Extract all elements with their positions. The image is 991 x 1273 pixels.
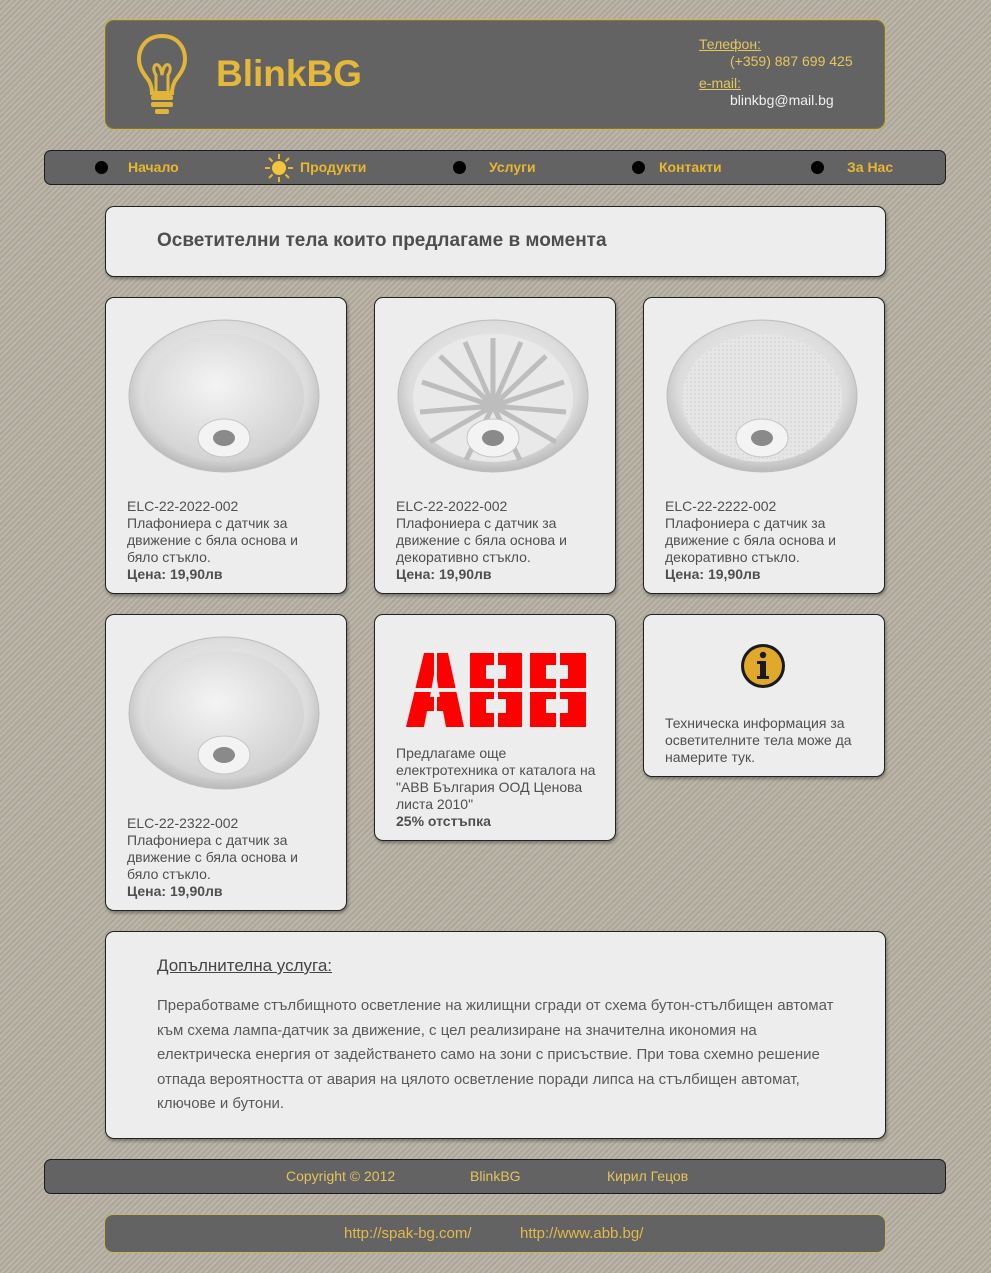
partner-links-bar: http://spak-bg.com/ http://www.abb.bg/ [104, 1214, 886, 1253]
info-icon[interactable] [740, 643, 786, 689]
bullet-dot-icon [453, 161, 466, 174]
email-address[interactable]: blinkbg@mail.bg [699, 92, 853, 109]
ceiling-lamp-image [666, 319, 858, 473]
product-price: Цена: 19,90лв [665, 566, 761, 582]
main-nav: Начало Продукти Услуги Контакти За Нас [44, 150, 946, 185]
product-code: ELC-22-2022-002 [127, 498, 239, 514]
lightbulb-icon [136, 33, 188, 114]
product-card[interactable]: ELC-22-2022-002 Плафониера с датчик за д… [105, 297, 347, 594]
site-header: BlinkBG Телефон: (+359) 887 699 425 e-ma… [104, 19, 886, 130]
product-description: Плафониера с датчик за движение с бяла о… [127, 515, 298, 565]
page-title-panel: Осветителни тела които предлагаме в моме… [105, 206, 886, 277]
sun-icon [265, 154, 293, 182]
product-description: Плафониера с датчик за движение с бяла о… [127, 832, 298, 882]
nav-item-contacts[interactable]: Контакти [659, 151, 722, 184]
link-abb-bg[interactable]: http://www.abb.bg/ [520, 1215, 643, 1252]
product-info: ELC-22-2022-002 Плафониера с датчик за д… [396, 498, 601, 583]
product-description: Плафониера с датчик за движение с бяла о… [665, 515, 836, 565]
page-title: Осветителни тела които предлагаме в моме… [157, 230, 607, 251]
product-price: Цена: 19,90лв [127, 566, 223, 582]
abb-discount: 25% отстъпка [396, 813, 491, 829]
email-label: e-mail: [699, 75, 742, 91]
service-text: Преработваме стълбищното осветление на ж… [157, 997, 834, 1112]
phone-number: (+359) 887 699 425 [730, 53, 853, 69]
bullet-dot-icon [632, 161, 645, 174]
bullet-dot-icon [811, 161, 824, 174]
ceiling-lamp-image [128, 319, 320, 473]
link-spak-bg[interactable]: http://spak-bg.com/ [344, 1215, 472, 1252]
abb-description: Предлагаме още електротехника от каталог… [396, 745, 596, 812]
brand-logo-text: BlinkBG [216, 53, 362, 94]
ceiling-lamp-image [128, 636, 320, 790]
product-card[interactable]: ELC-22-2222-002 Плафониера с датчик за д… [643, 297, 885, 594]
abb-info: Предлагаме още електротехника от каталог… [396, 745, 601, 830]
product-info: ELC-22-2322-002 Плафониера с датчик за д… [127, 815, 332, 900]
product-code: ELC-22-2222-002 [665, 498, 777, 514]
copyright-text: Copyright © 2012 [286, 1168, 396, 1184]
product-info: ELC-22-2222-002 Плафониера с датчик за д… [665, 498, 870, 583]
footer-bar: Copyright © 2012 BlinkBG Кирил Гецов [44, 1159, 946, 1194]
tech-info-card[interactable]: Техническа информация за осветителните т… [643, 614, 885, 777]
product-price: Цена: 19,90лв [396, 566, 492, 582]
ceiling-lamp-image [397, 319, 589, 473]
phone-label: Телефон: [699, 36, 761, 52]
nav-item-about[interactable]: За Нас [847, 151, 893, 184]
footer-brand: BlinkBG [470, 1168, 521, 1184]
product-description: Плафониера с датчик за движение с бяла о… [396, 515, 567, 565]
nav-item-services[interactable]: Услуги [489, 151, 536, 184]
product-code: ELC-22-2022-002 [396, 498, 508, 514]
product-code: ELC-22-2322-002 [127, 815, 239, 831]
contact-block: Телефон: (+359) 887 699 425 e-mail: blin… [699, 36, 853, 109]
service-title: Допълнителна услуга: [157, 956, 332, 975]
service-panel: Допълнителна услуга: Преработваме стълби… [105, 931, 886, 1139]
footer-author: Кирил Гецов [607, 1168, 689, 1184]
abb-card[interactable]: Предлагаме още електротехника от каталог… [374, 614, 616, 841]
product-card[interactable]: ELC-22-2322-002 Плафониера с датчик за д… [105, 614, 347, 911]
tech-info-text: Техническа информация за осветителните т… [665, 715, 852, 765]
abb-logo [406, 653, 586, 727]
product-info: ELC-22-2022-002 Плафониера с датчик за д… [127, 498, 332, 583]
product-price: Цена: 19,90лв [127, 883, 223, 899]
nav-item-products[interactable]: Продукти [300, 151, 366, 184]
product-card[interactable]: ELC-22-2022-002 Плафониера с датчик за д… [374, 297, 616, 594]
nav-item-home[interactable]: Начало [128, 151, 179, 184]
bullet-dot-icon [95, 161, 108, 174]
